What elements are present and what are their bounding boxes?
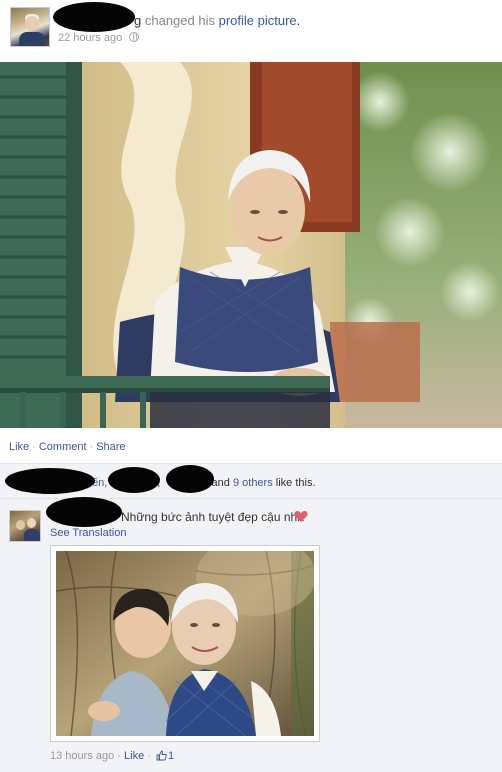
comment-timestamp[interactable]: 13 hours ago xyxy=(50,750,114,762)
likes-suffix: like this. xyxy=(275,477,316,489)
profile-picture-link[interactable]: profile picture xyxy=(219,13,297,28)
heart-icon xyxy=(294,511,308,522)
profile-photo[interactable] xyxy=(0,62,502,428)
post-actions: Like · Comment · Share xyxy=(0,436,502,458)
avatar-face xyxy=(27,518,36,528)
like-link[interactable]: Like xyxy=(9,441,29,453)
see-translation-link[interactable]: See Translation xyxy=(50,527,126,539)
action-text: changed his xyxy=(144,13,215,28)
avatar-face xyxy=(16,520,25,530)
comment-meta: 13 hours ago · Like · 1 xyxy=(50,750,174,762)
avatar-body xyxy=(24,529,40,541)
profile-avatar[interactable] xyxy=(10,7,50,47)
separator: · xyxy=(32,441,36,453)
story-line: g changed his profile picture. xyxy=(58,13,300,28)
commenter-avatar[interactable] xyxy=(9,510,41,542)
likes-summary: ến,,n and 9 others like this. xyxy=(0,463,502,498)
comment-like-link[interactable]: Like xyxy=(124,750,144,762)
and-text: and xyxy=(211,477,230,489)
name-suffix[interactable]: g xyxy=(134,13,141,28)
separator: · xyxy=(117,750,121,762)
redacted-name xyxy=(46,497,122,527)
thumbs-up-icon xyxy=(156,750,167,761)
redacted-name xyxy=(108,467,160,493)
separator: · xyxy=(147,750,151,762)
comment-link[interactable]: Comment xyxy=(39,441,87,453)
profile-photo-image xyxy=(0,62,502,428)
globe-icon[interactable] xyxy=(129,32,140,42)
others-link[interactable]: 9 others xyxy=(233,477,273,489)
comment: Những bức ảnh tuyệt đẹp cậu nhỉ? See Tra… xyxy=(0,497,502,772)
comment-text: Những bức ảnh tuyệt đẹp cậu nhỉ? xyxy=(121,510,307,524)
avatar-face xyxy=(25,16,39,31)
period: . xyxy=(296,13,301,28)
comment-photo-image xyxy=(56,551,314,736)
redacted-name xyxy=(5,468,95,494)
story-header: g changed his profile picture. 22 hours … xyxy=(0,0,502,62)
redacted-name xyxy=(166,465,214,493)
comment-photo[interactable] xyxy=(50,545,320,742)
share-link[interactable]: Share xyxy=(96,441,125,453)
timestamp-text[interactable]: 22 hours ago xyxy=(58,32,122,44)
story-timestamp: 22 hours ago xyxy=(58,32,140,44)
separator: · xyxy=(89,441,94,453)
avatar-body xyxy=(19,32,45,46)
comment-like-count[interactable]: 1 xyxy=(168,750,174,762)
